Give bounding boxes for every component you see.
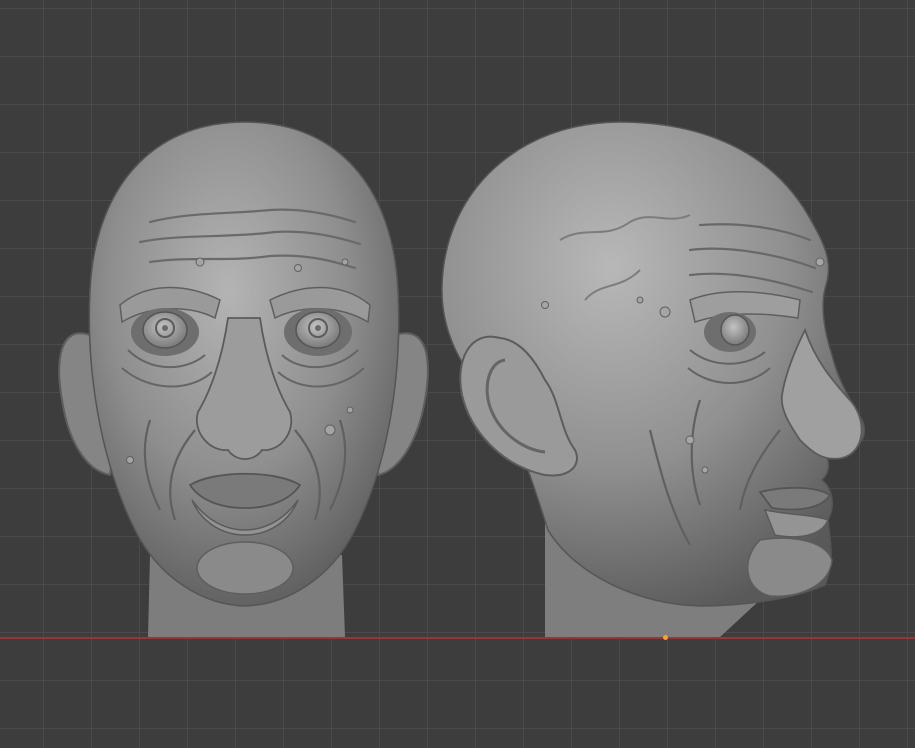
origin-marker[interactable] xyxy=(663,635,668,640)
sculpt-scene[interactable] xyxy=(0,0,915,748)
front-left-eye xyxy=(131,308,199,356)
front-chin xyxy=(196,541,294,595)
3d-viewport[interactable] xyxy=(0,0,915,748)
x-axis-line xyxy=(0,637,915,639)
head-side-model[interactable] xyxy=(441,121,866,637)
head-front-model[interactable] xyxy=(58,121,429,637)
front-right-eye xyxy=(284,308,352,356)
